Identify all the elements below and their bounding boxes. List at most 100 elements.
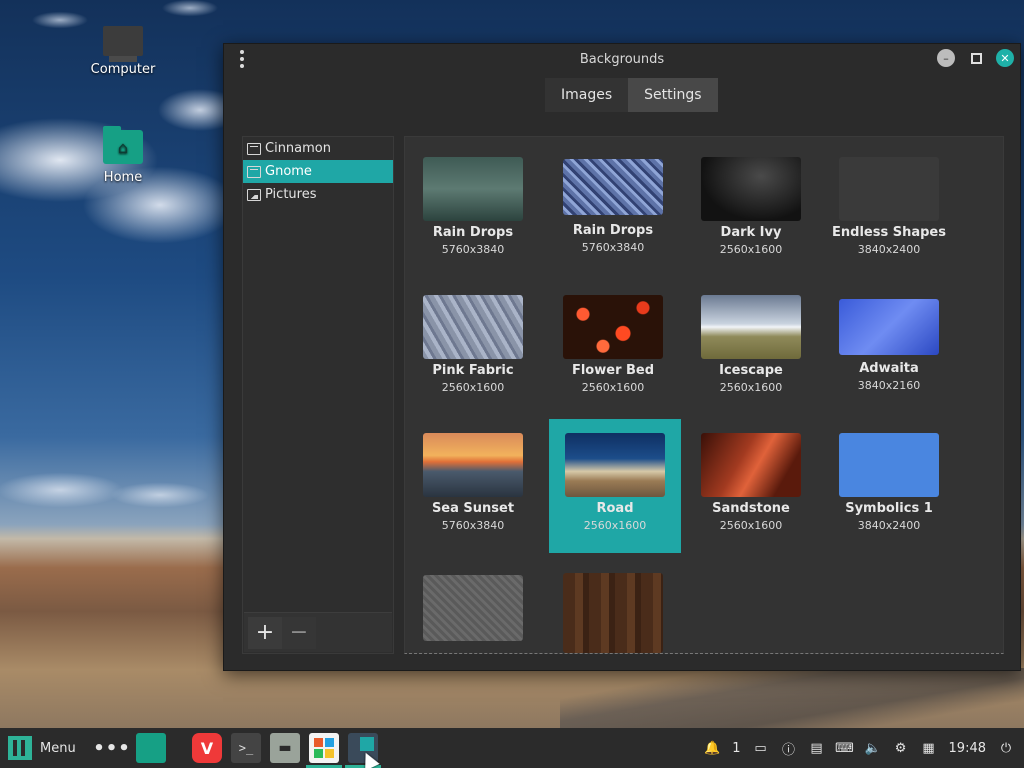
background-thumbnail — [563, 573, 663, 653]
background-grid: Rain Drops 5760x3840 Rain Drops 5760x384… — [404, 136, 1004, 654]
background-thumbnail — [701, 295, 801, 359]
keyboard-icon[interactable]: ⌨ — [835, 741, 854, 756]
manjaro-logo-icon — [8, 736, 32, 760]
close-button[interactable]: ✕ — [996, 49, 1014, 67]
add-folder-button[interactable]: + — [248, 616, 282, 649]
background-name: Dark Ivy — [720, 225, 782, 240]
sidebar-item-label: Gnome — [265, 164, 312, 179]
tab-images[interactable]: Images — [545, 78, 629, 112]
clipboard-icon[interactable]: ▤ — [809, 741, 825, 756]
background-thumbnail — [839, 433, 939, 497]
background-thumbnail — [565, 433, 665, 497]
computer-icon — [103, 26, 143, 62]
background-name: Sandstone — [712, 501, 790, 516]
folder-sidebar: Cinnamon Gnome Pictures + − — [242, 136, 394, 654]
minimize-button[interactable]: – — [937, 49, 955, 67]
desktop-icon-label: Computer — [90, 62, 156, 77]
background-name: Rain Drops — [572, 223, 654, 238]
monitor-icon — [247, 142, 261, 155]
menu-button[interactable]: Menu — [0, 736, 88, 760]
background-name: Pink Fabric — [432, 363, 514, 378]
info-icon[interactable]: ⓘ — [781, 741, 797, 758]
background-tile-adwaita[interactable]: Adwaita 3840x2160 — [823, 281, 955, 415]
background-resolution: 2560x1600 — [719, 519, 783, 532]
calendar-icon[interactable]: ▦ — [921, 741, 937, 756]
background-name: Symbolics 1 — [845, 501, 933, 516]
background-thumbnail — [423, 295, 523, 359]
background-tile-rain-drops-2[interactable]: Rain Drops 5760x3840 — [547, 141, 679, 275]
system-tray: 🔔 1 ▭ ⓘ ▤ ⌨ 🔈 ⚙ ▦ 19:48 ⏻ — [704, 740, 1024, 758]
desktop-icon-label: Home — [103, 170, 143, 185]
background-resolution: 5760x3840 — [441, 519, 505, 532]
background-resolution: 2560x1600 — [583, 519, 647, 532]
background-resolution: 2560x1600 — [719, 243, 783, 256]
notification-bell-icon[interactable]: 🔔 — [704, 741, 720, 756]
desktop-icon-home[interactable]: ⌂ Home — [78, 126, 168, 185]
workspace-count: 1 — [732, 740, 741, 756]
background-name: Road — [596, 501, 634, 516]
background-resolution: 3840x2400 — [857, 243, 921, 256]
sidebar-item-gnome[interactable]: Gnome — [243, 160, 393, 183]
backgrounds-window: Backgrounds – ✕ Images Settings Cinnamon… — [223, 43, 1021, 671]
remove-folder-button[interactable]: − — [282, 616, 316, 649]
background-tile-sea-sunset[interactable]: Sea Sunset 5760x3840 — [407, 419, 539, 553]
background-tile-pink-fabric[interactable]: Pink Fabric 2560x1600 — [407, 281, 539, 415]
software-store-icon[interactable] — [306, 733, 342, 768]
file-manager-icon[interactable]: ▬ — [270, 733, 300, 763]
desktop-icon-computer[interactable]: Computer — [78, 26, 168, 77]
tab-settings[interactable]: Settings — [628, 78, 718, 112]
background-resolution: 2560x1600 — [719, 381, 783, 394]
sidebar-item-pictures[interactable]: Pictures — [243, 183, 393, 206]
picture-icon — [247, 188, 261, 201]
background-thumbnail — [423, 157, 523, 221]
background-tile-rain-drops[interactable]: Rain Drops 5760x3840 — [407, 143, 539, 277]
background-tile-grey-texture[interactable] — [407, 561, 539, 653]
background-tile-sandstone[interactable]: Sandstone 2560x1600 — [685, 419, 817, 553]
background-name: Rain Drops — [432, 225, 514, 240]
menu-label: Menu — [40, 740, 76, 756]
sidebar-item-label: Cinnamon — [265, 141, 331, 156]
background-resolution: 3840x2160 — [857, 379, 921, 392]
vivaldi-browser-icon[interactable]: V — [192, 733, 222, 763]
volume-icon[interactable]: 🔈 — [864, 741, 880, 756]
background-thumbnail — [563, 295, 663, 359]
network-icon[interactable]: ⚙ — [893, 741, 909, 756]
background-thumbnail — [423, 575, 523, 641]
background-resolution: 2560x1600 — [441, 381, 505, 394]
background-name: Icescape — [719, 363, 783, 378]
window-titlebar[interactable]: Backgrounds – ✕ — [224, 44, 1020, 74]
background-tile-road[interactable]: Road 2560x1600 — [549, 419, 681, 553]
sidebar-item-cinnamon[interactable]: Cinnamon — [243, 137, 393, 160]
background-tile-wood[interactable] — [547, 559, 679, 653]
background-tile-flower-bed[interactable]: Flower Bed 2560x1600 — [547, 281, 679, 415]
show-apps-icon[interactable]: ••• — [93, 733, 130, 763]
background-thumbnail — [839, 299, 939, 355]
content-area: Cinnamon Gnome Pictures + − Rain Drops 5… — [242, 136, 1004, 654]
sidebar-item-label: Pictures — [265, 187, 317, 202]
background-resolution: 5760x3840 — [581, 241, 645, 254]
clock[interactable]: 19:48 — [949, 741, 986, 756]
home-folder-icon: ⌂ — [103, 126, 143, 164]
monitor-icon — [247, 165, 261, 178]
background-thumbnail — [563, 159, 663, 215]
window-title: Backgrounds — [579, 51, 665, 67]
background-thumbnail — [701, 433, 801, 497]
maximize-button[interactable] — [967, 49, 985, 67]
background-name: Sea Sunset — [431, 501, 515, 516]
background-name: Flower Bed — [571, 363, 655, 378]
background-tile-endless-shapes[interactable]: Endless Shapes 3840x2400 — [823, 143, 955, 277]
display-icon[interactable]: ▭ — [753, 741, 769, 756]
window-menu-icon[interactable] — [237, 50, 247, 68]
sidebar-toolbar: + − — [244, 612, 392, 652]
background-thumbnail — [839, 157, 939, 221]
terminal-icon[interactable]: >_ — [231, 733, 261, 763]
background-name: Endless Shapes — [832, 225, 946, 240]
background-tile-dark-ivy[interactable]: Dark Ivy 2560x1600 — [685, 143, 817, 277]
tab-bar: Images Settings — [545, 78, 718, 112]
background-tile-symbolics-1[interactable]: Symbolics 1 3840x2400 — [823, 419, 955, 553]
power-icon[interactable]: ⏻ — [998, 741, 1014, 756]
background-thumbnail — [423, 433, 523, 497]
background-tile-icescape[interactable]: Icescape 2560x1600 — [685, 281, 817, 415]
taskbar: Menu ••• V >_ ▬ 🔔 1 ▭ ⓘ ▤ ⌨ 🔈 ⚙ ▦ 19:48 … — [0, 728, 1024, 768]
files-folder-icon[interactable] — [136, 733, 166, 763]
